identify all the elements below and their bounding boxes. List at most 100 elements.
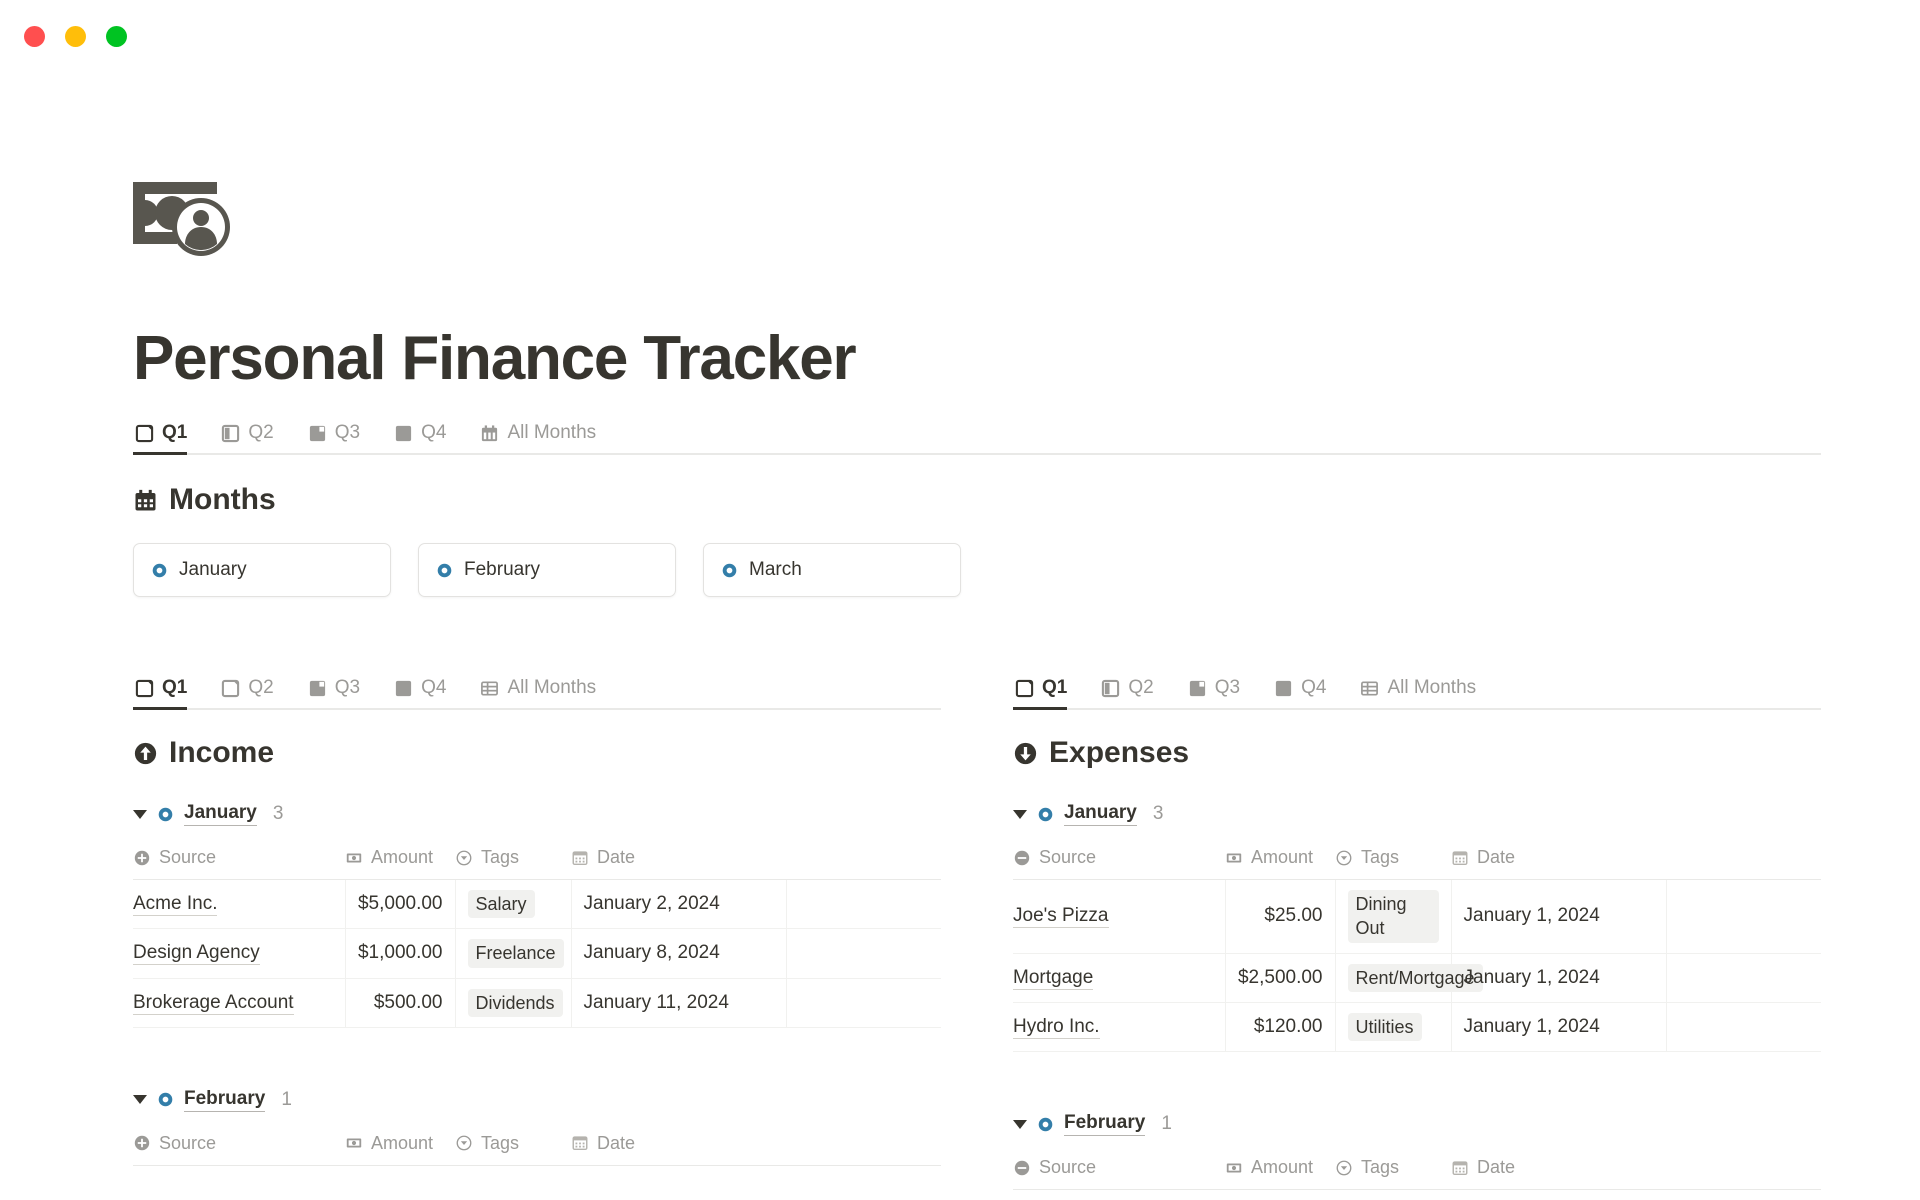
cell-date[interactable]: January 2, 2024 — [571, 879, 787, 930]
cell-date[interactable]: January 8, 2024 — [571, 928, 787, 979]
cell-source[interactable]: Brokerage Account — [133, 978, 346, 1028]
cell-amount[interactable]: $500.00 — [345, 978, 456, 1028]
table-header-row: Source Amount Tags Date — [1013, 840, 1821, 880]
column-header-tags[interactable]: Tags — [455, 1125, 571, 1166]
income-tab-q4[interactable]: Q4 — [392, 671, 460, 710]
expenses-tab-all-months[interactable]: All Months — [1358, 671, 1490, 710]
money-with-face-icon[interactable] — [133, 182, 241, 258]
table-row[interactable]: Design Agency $1,000.00 Freelance Januar… — [133, 928, 941, 979]
cell-amount[interactable]: $25.00 — [1225, 879, 1336, 954]
cell-date[interactable]: January 1, 2024 — [1451, 1002, 1667, 1053]
cell-source[interactable]: Design Agency — [133, 928, 346, 979]
table-row[interactable]: Acme Inc. $5,000.00 Salary January 2, 20… — [133, 879, 941, 930]
income-tab-q1[interactable]: Q1 — [133, 671, 201, 710]
income-group-february[interactable]: February 1 — [133, 1088, 941, 1112]
expenses-tab-q4[interactable]: Q4 — [1272, 671, 1340, 710]
column-label: Source — [159, 1132, 217, 1153]
tab-label: Q1 — [1042, 677, 1068, 698]
month-card-label: March — [749, 559, 802, 580]
tab-q4[interactable]: Q4 — [392, 416, 460, 455]
tab-q3[interactable]: Q3 — [306, 416, 374, 455]
tab-q1[interactable]: Q1 — [133, 416, 201, 455]
blue-ring-icon — [152, 563, 167, 577]
income-tab-all-months[interactable]: All Months — [478, 671, 610, 710]
cell-tags[interactable]: Freelance — [455, 928, 572, 979]
column-label: Amount — [1251, 1157, 1314, 1178]
column-header-date[interactable]: Date — [1451, 840, 1666, 880]
cell-amount[interactable]: $5,000.00 — [345, 879, 456, 930]
tab-all-months[interactable]: All Months — [478, 416, 610, 455]
column-label: Date — [1477, 847, 1516, 867]
table-row[interactable]: Brokerage Account $500.00 Dividends Janu… — [133, 978, 941, 1028]
column-label: Source — [159, 847, 217, 867]
column-header-date[interactable]: Date — [571, 1125, 786, 1166]
cell-tags[interactable]: Utilities — [1335, 1002, 1452, 1053]
expenses-tab-q1[interactable]: Q1 — [1013, 671, 1081, 710]
quarter-3-icon — [309, 680, 325, 696]
group-count: 3 — [1152, 803, 1164, 824]
cell-amount[interactable]: $120.00 — [1225, 1002, 1336, 1053]
month-card-march[interactable]: March — [703, 543, 961, 597]
column-header-amount[interactable]: Amount — [345, 840, 455, 880]
table-row[interactable]: Joe's Pizza $25.00 Dining Out January 1,… — [1013, 879, 1821, 954]
cell-date[interactable]: January 11, 2024 — [571, 978, 787, 1028]
column-header-amount[interactable]: Amount — [345, 1125, 455, 1166]
cell-tags[interactable]: Rent/Mortgage — [1335, 953, 1483, 1003]
table-row[interactable]: Hydro Inc. $120.00 Utilities January 1, … — [1013, 1002, 1821, 1053]
cell-tags[interactable]: Dining Out — [1335, 879, 1452, 954]
income-group-january[interactable]: January 3 — [133, 802, 941, 826]
expenses-tab-q3[interactable]: Q3 — [1186, 671, 1254, 710]
cell-source[interactable]: Mortgage — [1013, 953, 1226, 1003]
cell-amount[interactable]: $1,000.00 — [345, 928, 456, 979]
expenses-tab-bar: Q1 Q2 Q3 Q4 All Months — [1013, 671, 1821, 710]
blue-ring-icon — [437, 563, 452, 577]
blue-ring-icon — [158, 807, 173, 821]
group-name: February — [184, 1088, 266, 1112]
quarter-4-icon — [1275, 680, 1292, 696]
close-button[interactable] — [24, 26, 45, 47]
column-header-source[interactable]: Source — [133, 840, 345, 880]
cell-tags[interactable]: Salary — [455, 879, 572, 930]
table-row[interactable]: Mortgage $2,500.00 Rent/Mortgage January… — [1013, 953, 1821, 1003]
minimize-button[interactable] — [65, 26, 86, 47]
collapse-caret-icon[interactable] — [1013, 809, 1027, 819]
cell-source[interactable]: Joe's Pizza — [1013, 879, 1226, 954]
expenses-tab-q2[interactable]: Q2 — [1099, 671, 1167, 710]
column-header-source[interactable]: Source — [133, 1125, 345, 1166]
column-header-source[interactable]: Source — [1013, 840, 1225, 880]
cell-tags[interactable]: Dividends — [455, 978, 572, 1028]
cell-source[interactable]: Acme Inc. — [133, 879, 346, 930]
column-header-amount[interactable]: Amount — [1225, 840, 1335, 880]
column-header-amount[interactable]: Amount — [1225, 1150, 1335, 1191]
expenses-group-january[interactable]: January 3 — [1013, 802, 1821, 826]
collapse-caret-icon[interactable] — [133, 809, 147, 819]
group-name: January — [1064, 802, 1137, 826]
column-label: Date — [1477, 1157, 1516, 1178]
cell-empty — [1666, 1002, 1821, 1053]
cell-date[interactable]: January 1, 2024 — [1451, 953, 1667, 1003]
column-header-date[interactable]: Date — [1451, 1150, 1666, 1191]
maximize-button[interactable] — [106, 26, 127, 47]
column-header-tags[interactable]: Tags — [1335, 1150, 1451, 1191]
column-header-source[interactable]: Source — [1013, 1150, 1225, 1191]
month-card-february[interactable]: February — [418, 543, 676, 597]
column-header-date[interactable]: Date — [571, 840, 786, 880]
column-header-tags[interactable]: Tags — [1335, 840, 1451, 880]
expenses-february-table: Source Amount Tags Date — [1013, 1150, 1821, 1191]
expenses-group-february[interactable]: February 1 — [1013, 1112, 1821, 1137]
tab-q2[interactable]: Q2 — [219, 416, 287, 455]
cell-empty — [1666, 953, 1821, 1003]
collapse-caret-icon[interactable] — [133, 1095, 147, 1105]
arrow-up-circle-icon — [134, 742, 157, 764]
income-heading: Income — [133, 736, 941, 770]
collapse-caret-icon[interactable] — [1013, 1119, 1027, 1129]
tab-label: Q4 — [421, 422, 447, 443]
month-card-january[interactable]: January — [133, 543, 391, 597]
cell-date[interactable]: January 1, 2024 — [1451, 879, 1667, 954]
cell-amount[interactable]: $2,500.00 — [1225, 953, 1336, 1003]
income-tab-q3[interactable]: Q3 — [306, 671, 374, 710]
cell-source[interactable]: Hydro Inc. — [1013, 1002, 1226, 1053]
income-tab-q2[interactable]: Q2 — [219, 671, 287, 710]
table-grid-icon — [1361, 680, 1379, 696]
column-header-tags[interactable]: Tags — [455, 840, 571, 880]
